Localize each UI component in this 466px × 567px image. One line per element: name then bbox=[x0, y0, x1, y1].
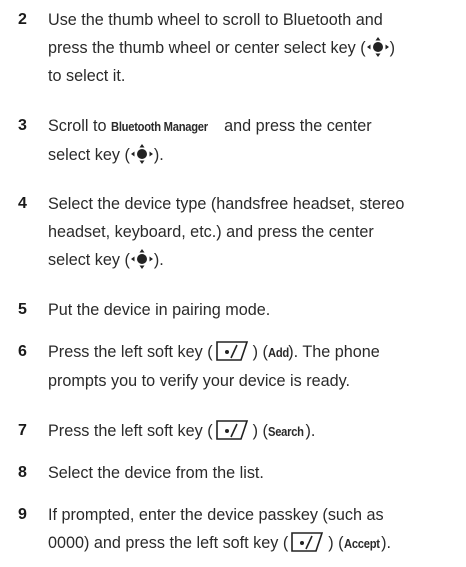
step-number: 9 bbox=[18, 506, 27, 523]
step-text-segment: and press the center bbox=[219, 117, 372, 135]
step-text-segment: ) bbox=[389, 39, 395, 57]
step-line: headset, keyboard, etc.) and press the c… bbox=[48, 223, 374, 241]
left-soft-key-icon bbox=[291, 532, 324, 552]
step-text-segment: Press the left soft key ( bbox=[48, 343, 213, 361]
step-line: Press the left soft key ( ) (Add). The ph… bbox=[48, 338, 460, 367]
step-line: If prompted, enter the device passkey (s… bbox=[48, 506, 384, 524]
step-text-segment: 0000) and press the left soft key ( bbox=[48, 534, 289, 552]
step-line: press the thumb wheel or center select k… bbox=[48, 34, 460, 62]
ui-label-search: Search bbox=[267, 424, 304, 439]
step-text-segment: select key ( bbox=[48, 146, 130, 164]
step-number: 5 bbox=[18, 301, 27, 318]
step-text-segment: ) ( bbox=[328, 534, 344, 552]
step-text-segment: ). bbox=[305, 422, 316, 440]
step-text-segment: ) ( bbox=[252, 343, 268, 361]
step-line: 0000) and press the left soft key ( ) (Ac… bbox=[48, 529, 460, 558]
step-number: 2 bbox=[18, 11, 27, 28]
step-text: Put the device in pairing mode. bbox=[48, 296, 460, 324]
step-line: Use the thumb wheel to scroll to Bluetoo… bbox=[48, 11, 383, 29]
step-text: Use the thumb wheel to scroll to Bluetoo… bbox=[48, 6, 460, 90]
step-number: 6 bbox=[18, 343, 27, 360]
step-line: to select it. bbox=[48, 67, 126, 85]
step-text: If prompted, enter the device passkey (s… bbox=[48, 501, 460, 558]
step-line: Scroll to Bluetooth Manager and press th… bbox=[48, 112, 460, 141]
ui-label-accept: Accept bbox=[343, 536, 380, 551]
center-select-key-icon bbox=[130, 249, 153, 269]
step-text: Scroll to Bluetooth Manager and press th… bbox=[48, 112, 460, 169]
step-number: 4 bbox=[18, 195, 27, 212]
step-text-segment: ). bbox=[153, 146, 164, 164]
ui-label-add: Add bbox=[267, 345, 289, 360]
manual-page: 2 Use the thumb wheel to scroll to Bluet… bbox=[0, 0, 466, 567]
step-line: Press the left soft key ( ) (Search). bbox=[48, 417, 460, 446]
step-number: 3 bbox=[18, 117, 27, 134]
step-text-segment: ). The phone bbox=[288, 343, 380, 361]
step-line: Select the device type (handsfree headse… bbox=[48, 195, 405, 213]
step-text-segment: ). bbox=[153, 251, 164, 269]
step-text-segment: Press the left soft key ( bbox=[48, 422, 213, 440]
step-line: prompts you to verify your device is rea… bbox=[48, 372, 350, 390]
step-text-segment: ). bbox=[381, 534, 391, 552]
step-text: Press the left soft key ( ) (Add). The ph… bbox=[48, 338, 460, 395]
step-text-segment: select key ( bbox=[48, 251, 130, 269]
step-line: Select the device from the list. bbox=[48, 464, 264, 482]
left-soft-key-icon bbox=[215, 420, 248, 440]
ui-label-bluetooth-manager: Bluetooth Manager bbox=[110, 119, 208, 134]
step-line: select key (). bbox=[48, 141, 460, 169]
center-select-key-icon bbox=[130, 144, 153, 164]
step-text-segment: ) ( bbox=[252, 422, 268, 440]
step-text: Select the device from the list. bbox=[48, 459, 460, 487]
left-soft-key-icon bbox=[215, 341, 248, 361]
center-select-key-icon bbox=[366, 37, 389, 57]
step-line: select key (). bbox=[48, 246, 460, 274]
step-text: Select the device type (handsfree headse… bbox=[48, 190, 460, 274]
step-number: 8 bbox=[18, 464, 27, 481]
step-line: Put the device in pairing mode. bbox=[48, 301, 271, 319]
step-text: Press the left soft key ( ) (Search). bbox=[48, 417, 460, 446]
step-text-segment: Scroll to bbox=[48, 117, 111, 135]
step-text-segment: press the thumb wheel or center select k… bbox=[48, 39, 366, 57]
step-number: 7 bbox=[18, 422, 27, 439]
